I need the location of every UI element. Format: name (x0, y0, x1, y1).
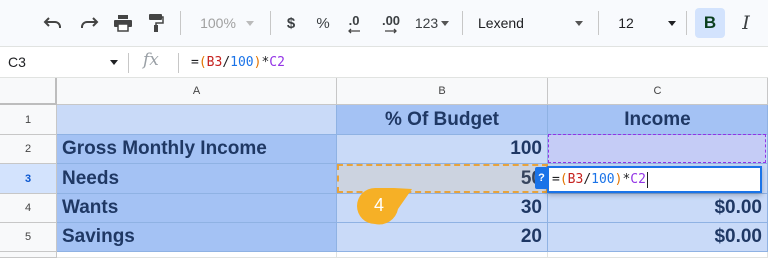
formula-ref-c2: C2 (269, 55, 285, 70)
toolbar: 100% $ % .0 .00 123 Lexend 12 B I (0, 0, 768, 46)
cell-c5[interactable]: $0.00 (548, 223, 768, 252)
formula-ref-b3: B3 (206, 55, 223, 70)
zoom-select[interactable]: 100% (190, 0, 264, 46)
step-number: 4 (373, 195, 384, 215)
editor-equals: = (552, 172, 560, 187)
row-header-3[interactable]: 3 (0, 164, 57, 194)
number-format-select[interactable]: 123 (410, 0, 454, 46)
percent-format-button[interactable]: % (312, 0, 334, 46)
cell-a6[interactable] (57, 252, 337, 258)
row-header-6[interactable] (0, 252, 57, 258)
cell-b1[interactable]: % Of Budget (337, 105, 548, 135)
cell-a3[interactable]: Needs (57, 164, 337, 194)
column-header-a[interactable]: A (57, 78, 337, 105)
chevron-down-icon (441, 20, 450, 26)
editor-ref-b3: B3 (567, 172, 584, 187)
cell-c4[interactable]: $0.00 (548, 194, 768, 223)
formula-equals: = (191, 55, 199, 70)
toolbar-divider (180, 11, 181, 35)
cell-a5[interactable]: Savings (57, 223, 337, 252)
chevron-down-icon (245, 20, 254, 26)
cell-b2[interactable]: 100 (337, 135, 548, 164)
formula-bar: C3 fx =(B3/100)*C2 (0, 46, 768, 78)
column-header-c[interactable]: C (548, 78, 768, 105)
formula-number: 100 (230, 55, 254, 70)
column-header-b[interactable]: B (337, 78, 548, 105)
name-box[interactable]: C3 (8, 54, 26, 70)
paint-format-icon[interactable] (141, 0, 171, 46)
cell-editor[interactable]: =(B3/100) * C2 (547, 166, 762, 193)
formula-help-icon[interactable]: ? (535, 167, 548, 189)
editor-open-paren: ( (559, 172, 568, 187)
print-icon[interactable] (108, 0, 138, 46)
toolbar-divider (598, 11, 599, 35)
cell-a2[interactable]: Gross Monthly Income (57, 135, 337, 164)
editor-number: 100 (591, 172, 615, 187)
text-cursor (646, 171, 648, 188)
editor-ref-c2: C2 (630, 172, 646, 187)
formula-open-paren: ( (198, 55, 207, 70)
increase-decimal-button[interactable]: .00 (374, 0, 408, 46)
formula-divider (178, 53, 179, 73)
select-all-corner[interactable] (0, 78, 57, 105)
chevron-down-icon[interactable] (668, 21, 676, 26)
formula-divide: / (222, 55, 231, 70)
arrow-right-icon (385, 28, 397, 33)
toolbar-divider (462, 11, 463, 35)
cell-a1[interactable] (57, 105, 337, 135)
font-size-input[interactable]: 12 (612, 0, 640, 46)
editor-multiply: * (622, 172, 631, 187)
step-callout: 4 (354, 185, 416, 232)
italic-button[interactable]: I (731, 8, 761, 38)
redo-icon[interactable] (74, 0, 104, 46)
fx-icon: fx (143, 50, 159, 70)
zoom-value: 100% (200, 15, 236, 31)
formula-divider (128, 53, 129, 73)
cell-c6[interactable] (548, 252, 768, 258)
chevron-down-icon[interactable] (575, 21, 583, 26)
undo-icon[interactable] (38, 0, 68, 46)
row-header-1[interactable]: 1 (0, 105, 57, 135)
cell-b6[interactable] (337, 252, 548, 258)
currency-format-button[interactable]: $ (280, 0, 302, 46)
bold-button[interactable]: B (695, 8, 725, 38)
chevron-down-icon[interactable] (110, 60, 118, 65)
editor-close-paren: ) (614, 172, 623, 187)
row-header-2[interactable]: 2 (0, 135, 57, 164)
cell-c1[interactable]: Income (548, 105, 768, 135)
font-select[interactable]: Lexend (478, 0, 530, 46)
formula-input[interactable]: =(B3/100)*C2 (191, 55, 285, 70)
decrease-decimal-button[interactable]: .0 (340, 0, 368, 46)
reference-highlight-c2 (548, 134, 766, 163)
toolbar-divider (270, 11, 271, 35)
editor-divide: / (583, 172, 592, 187)
cell-a4[interactable]: Wants (57, 194, 337, 223)
row-header-4[interactable]: 4 (0, 194, 57, 223)
row-header-5[interactable]: 5 (0, 223, 57, 252)
arrow-left-icon (348, 28, 360, 33)
toolbar-divider (686, 11, 687, 35)
